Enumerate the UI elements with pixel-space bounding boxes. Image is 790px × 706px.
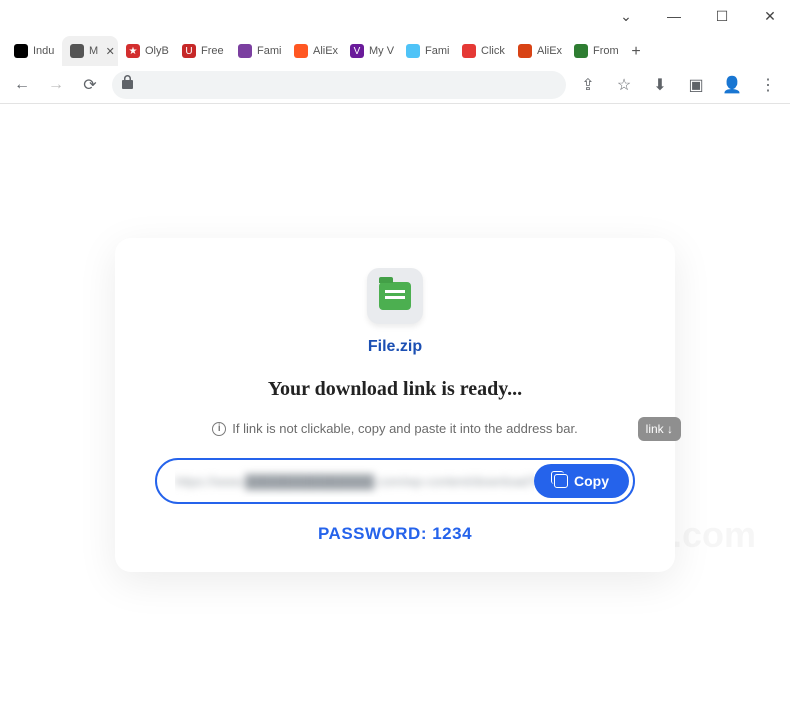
- bookmark-star-icon[interactable]: ☆: [612, 73, 636, 97]
- tab-favicon: [574, 44, 588, 58]
- browser-tab[interactable]: AliEx: [286, 36, 342, 66]
- page-content: PC risk.com File.zip Your download link …: [0, 104, 790, 706]
- tab-label: Click: [481, 45, 505, 57]
- file-icon: [367, 268, 423, 324]
- forward-button[interactable]: →: [44, 73, 68, 97]
- window-close-button[interactable]: ✕: [756, 2, 784, 30]
- tab-strip: InduM✕★OlyBUFreeFamiAliExVMy VFamiClickA…: [0, 32, 790, 66]
- lock-icon: [122, 75, 134, 94]
- tab-label: AliEx: [313, 45, 338, 57]
- browser-tab[interactable]: Fami: [398, 36, 454, 66]
- toolbar-right: ⇪ ☆ ⬇ ▣ 👤 ⋮: [576, 73, 780, 97]
- chevron-down-icon[interactable]: ⌄: [612, 2, 640, 30]
- tab-favicon: [14, 44, 28, 58]
- browser-tab[interactable]: Indu: [6, 36, 62, 66]
- filename-label: File.zip: [155, 338, 635, 356]
- tab-label: Indu: [33, 45, 54, 57]
- profile-icon[interactable]: 👤: [720, 73, 744, 97]
- browser-tab[interactable]: U Free: [174, 36, 230, 66]
- window-maximize-button[interactable]: ☐: [708, 2, 736, 30]
- info-icon: i: [212, 422, 226, 436]
- back-button[interactable]: ←: [10, 73, 34, 97]
- tab-favicon: [294, 44, 308, 58]
- copy-button-label: Copy: [574, 473, 609, 489]
- download-card: File.zip Your download link is ready... …: [115, 238, 675, 572]
- tab-favicon: V: [350, 44, 364, 58]
- link-tooltip: link ↓: [638, 417, 681, 441]
- tab-label: Fami: [257, 45, 281, 57]
- tab-favicon: [238, 44, 252, 58]
- copy-button[interactable]: Copy: [534, 464, 629, 498]
- tab-favicon: U: [182, 44, 196, 58]
- kebab-menu-icon[interactable]: ⋮: [756, 73, 780, 97]
- tab-favicon: [462, 44, 476, 58]
- tab-label: M: [89, 45, 98, 57]
- browser-tab[interactable]: From: [566, 36, 622, 66]
- tab-close-icon[interactable]: ✕: [103, 44, 117, 58]
- browser-tab[interactable]: AliEx: [510, 36, 566, 66]
- password-label: PASSWORD: 1234: [155, 524, 635, 544]
- reload-button[interactable]: ⟳: [78, 73, 102, 97]
- hint-text: If link is not clickable, copy and paste…: [232, 421, 577, 436]
- tab-favicon: ★: [126, 44, 140, 58]
- browser-tab[interactable]: ★ OlyB: [118, 36, 174, 66]
- tab-favicon: [70, 44, 84, 58]
- browser-toolbar: ← → ⟳ ⇪ ☆ ⬇ ▣ 👤 ⋮: [0, 66, 790, 104]
- headline-text: Your download link is ready...: [155, 378, 635, 401]
- tab-label: From: [593, 45, 619, 57]
- window-minimize-button[interactable]: —: [660, 2, 688, 30]
- browser-tab[interactable]: Fami: [230, 36, 286, 66]
- hint-row: i If link is not clickable, copy and pas…: [155, 421, 635, 436]
- tab-label: OlyB: [145, 45, 169, 57]
- tab-label: My V: [369, 45, 394, 57]
- download-link-field[interactable]: https://www.██████████████.com/wp-conten…: [175, 465, 534, 497]
- address-bar[interactable]: [112, 71, 566, 99]
- copy-icon: [554, 474, 568, 488]
- tab-favicon: [406, 44, 420, 58]
- tab-label: Free: [201, 45, 224, 57]
- browser-tab[interactable]: M✕: [62, 36, 118, 66]
- side-panel-icon[interactable]: ▣: [684, 73, 708, 97]
- tab-label: Fami: [425, 45, 449, 57]
- browser-tab[interactable]: Click: [454, 36, 510, 66]
- link-row: https://www.██████████████.com/wp-conten…: [155, 458, 635, 504]
- tab-favicon: [518, 44, 532, 58]
- browser-tab[interactable]: V My V: [342, 36, 398, 66]
- folder-icon: [379, 282, 411, 310]
- downloads-icon[interactable]: ⬇: [648, 73, 672, 97]
- window-controls: ⌄ — ☐ ✕: [0, 0, 790, 32]
- blurred-url: https://www.██████████████.com/wp-conten…: [175, 465, 534, 497]
- new-tab-button[interactable]: +: [622, 38, 650, 66]
- share-icon[interactable]: ⇪: [576, 73, 600, 97]
- tab-label: AliEx: [537, 45, 562, 57]
